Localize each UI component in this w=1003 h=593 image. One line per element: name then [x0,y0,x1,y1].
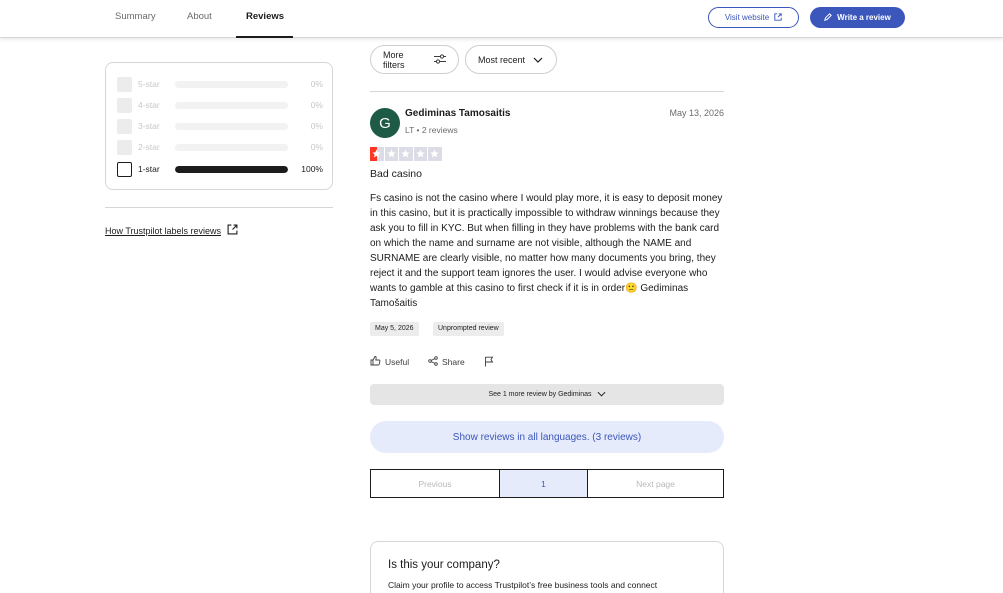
star-filter-label: 3-star [138,121,160,131]
company-card-title: Is this your company? [388,559,500,571]
share-icon [428,356,438,368]
share-button[interactable]: Share [428,356,465,368]
sort-dropdown[interactable]: Most recent [465,45,557,74]
star-filter-label: 5-star [138,79,160,89]
see-more-label: See 1 more review by Gediminas [488,391,592,398]
star-filter-label: 2-star [138,142,160,152]
star-filter-bar [175,165,288,173]
labels-info-label: How Trustpilot labels reviews [105,225,222,236]
review-title[interactable]: Bad casino [370,168,422,180]
current-page-button[interactable]: 1 [499,470,588,497]
tab-summary[interactable]: Summary [105,0,166,38]
company-card-text: Claim your profile to access Trustpilot’… [388,580,658,590]
star-filter-label: 4-star [138,100,160,110]
star-filter-checkbox[interactable] [117,97,132,113]
sort-label: Most recent [478,54,526,65]
see-more-reviews-button[interactable]: See 1 more review by Gediminas [370,384,724,405]
divider [370,91,724,92]
useful-button[interactable]: Useful [370,356,409,368]
more-filters-label: More filters [383,49,405,70]
star-filter-bar [175,122,288,130]
star-icon [370,147,384,161]
tab-about[interactable]: About [177,0,222,38]
star-filter-percent: 100% [301,164,323,174]
pencil-icon [824,12,833,23]
star-filter-label: 1-star [138,164,160,174]
share-label: Share [442,357,465,367]
external-link-icon [227,224,238,237]
star-filter-checkbox[interactable] [117,118,132,134]
visit-website-button[interactable]: Visit website [708,7,799,28]
chevron-down-icon [597,391,606,399]
star-icon [413,147,427,161]
flag-icon [484,356,494,369]
review-type-badge[interactable]: Unprompted review [433,322,504,336]
star-filter-checkbox[interactable] [117,139,132,155]
star-filter-percent: 0% [310,79,323,89]
review-date: May 13, 2026 [669,108,724,118]
star-filter-percent: 0% [310,142,323,152]
avatar[interactable]: G [370,108,400,138]
star-filter-checkbox[interactable] [117,76,132,92]
star-rating [370,147,442,161]
star-icon [399,147,413,161]
sliders-icon [434,53,446,66]
star-filter-bar [175,80,288,88]
star-filter-checkbox[interactable] [117,161,132,177]
external-link-icon [774,12,782,23]
reviewer-name[interactable]: Gediminas Tamosaitis [405,108,510,119]
star-filter-bar [175,101,288,109]
chevron-down-icon [533,55,543,65]
top-nav: Summary About Reviews Visit website Writ… [0,0,1003,38]
experience-date-badge: May 5, 2026 [370,322,419,336]
thumbs-up-icon [370,356,381,368]
tab-reviews[interactable]: Reviews [236,0,293,38]
star-filter-percent: 0% [310,121,323,131]
star-filter-row-4[interactable]: 4-star 0% [117,97,323,113]
visit-website-label: Visit website [724,13,770,22]
claim-company-card: Is this your company? Claim your profile… [370,541,724,593]
review-body: Fs casino is not the casino where I woul… [370,193,723,309]
star-rating-filter: 5-star 0% 4-star 0% 3-star 0% 2-star 0% … [105,62,333,190]
reviewer-meta: LT • 2 reviews [405,125,458,135]
star-filter-row-3[interactable]: 3-star 0% [117,118,323,134]
star-filter-percent: 0% [310,100,323,110]
write-review-label: Write a review [837,13,891,22]
write-review-button[interactable]: Write a review [810,7,905,28]
pagination: Previous 1 Next page [370,469,724,498]
show-all-languages-button[interactable]: Show reviews in all languages. (3 review… [370,421,724,453]
previous-page-button[interactable]: Previous [371,470,499,497]
star-filter-row-1[interactable]: 1-star 100% [117,161,323,177]
labels-info-link[interactable]: How Trustpilot labels reviews [105,224,238,237]
report-button[interactable] [484,356,494,369]
divider [105,207,333,208]
star-filter-bar [175,143,288,151]
star-filter-row-5[interactable]: 5-star 0% [117,76,323,92]
useful-label: Useful [385,357,410,367]
star-filter-row-2[interactable]: 2-star 0% [117,139,323,155]
next-page-button[interactable]: Next page [588,470,723,497]
star-icon [384,147,398,161]
star-icon [428,147,442,161]
more-filters-button[interactable]: More filters [370,45,459,74]
